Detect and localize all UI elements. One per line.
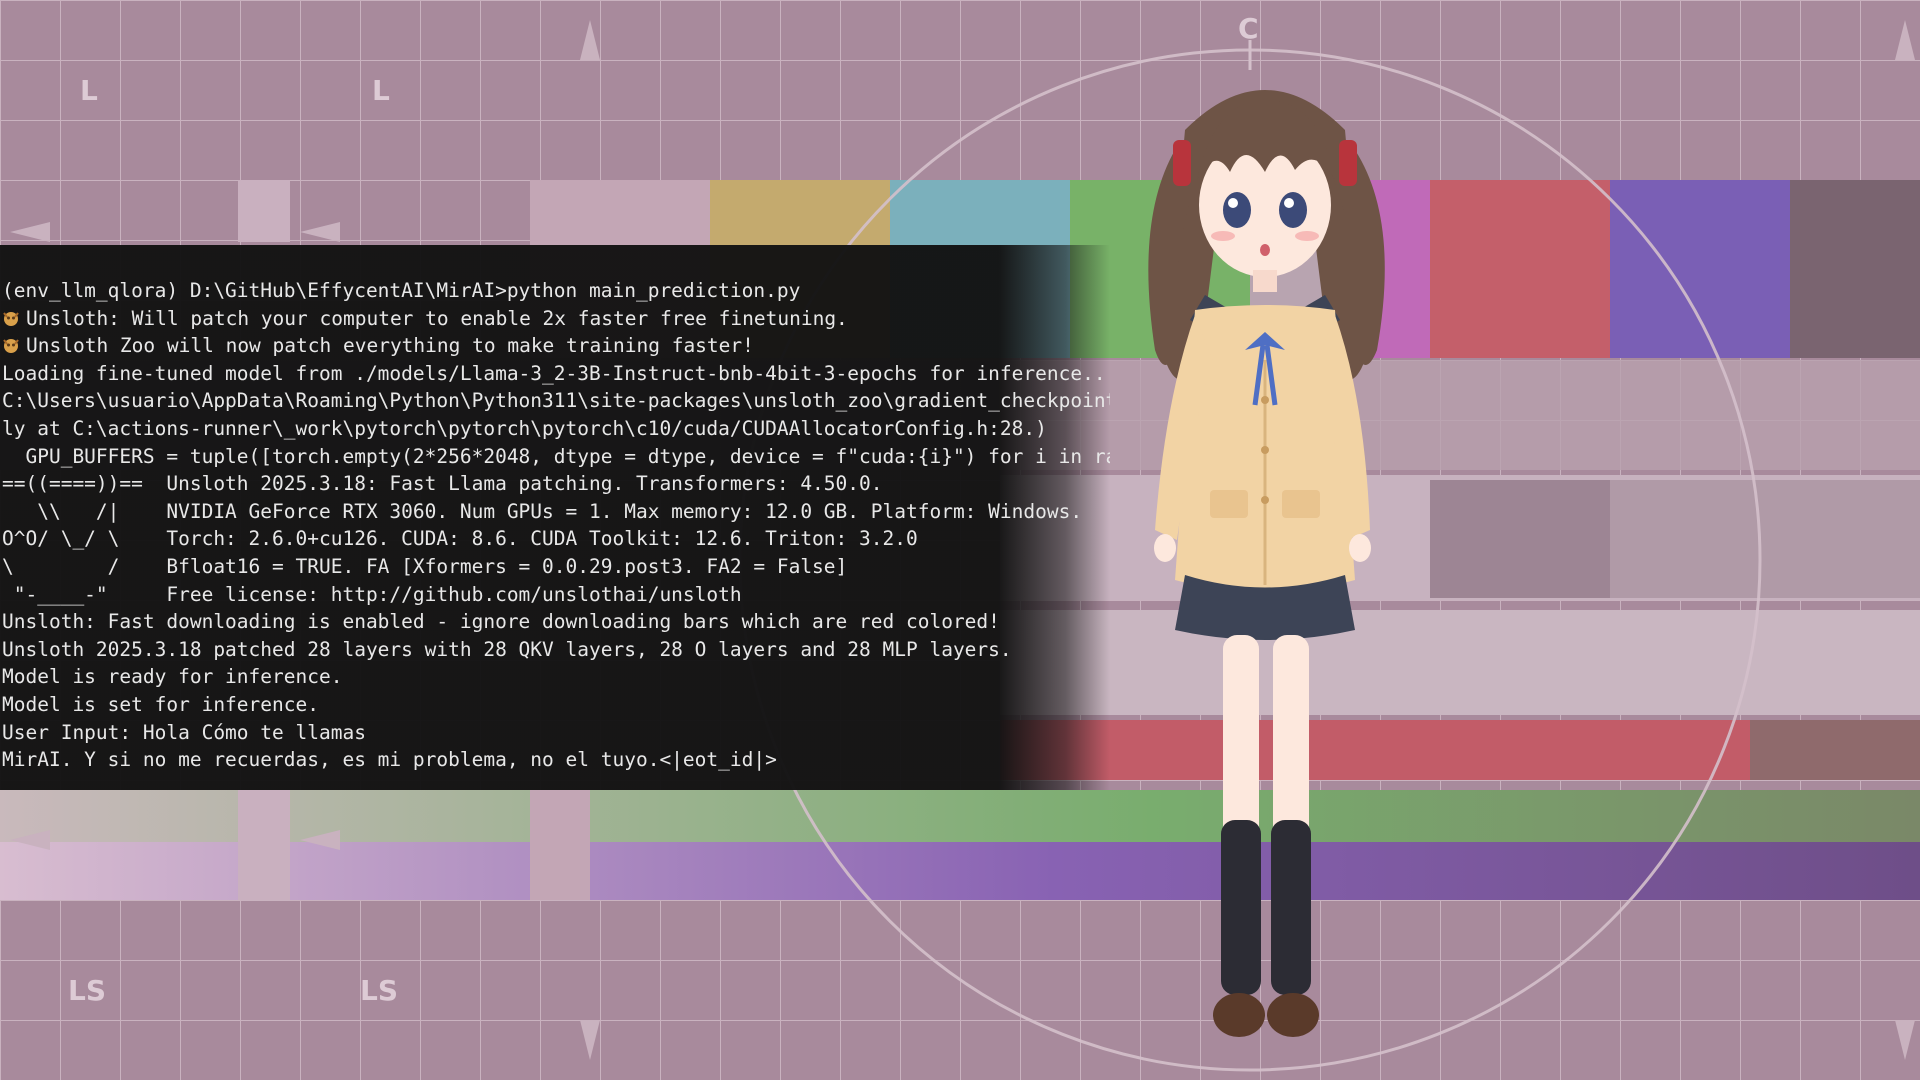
terminal-line: Unsloth 2025.3.18 patched 28 layers with…	[2, 637, 1012, 661]
terminal-line: Unsloth: Fast downloading is enabled - i…	[2, 610, 1000, 634]
terminal-line: Model is set for inference.	[2, 692, 319, 716]
label-left-top-2: L	[372, 74, 390, 107]
label-left-top-1: L	[80, 74, 98, 107]
terminal-line: Unsloth Zoo will now patch everything to…	[2, 332, 1110, 360]
terminal-line: O^O/ \_/ \ Torch: 2.6.0+cu126. CUDA: 8.6…	[2, 527, 918, 551]
terminal-line: ly at C:\actions-runner\_work\pytorch\py…	[2, 416, 1047, 440]
label-top-center: C	[1238, 12, 1259, 45]
terminal-line: ==((====))== Unsloth 2025.3.18: Fast Lla…	[2, 472, 883, 496]
terminal-line: "-____-" Free license: http://github.com…	[2, 582, 742, 606]
terminal-line: C:\Users\usuario\AppData\Roaming\Python\…	[2, 389, 1110, 413]
terminal-window[interactable]: (env_llm_qlora) D:\GitHub\EffycentAI\Mir…	[0, 245, 1110, 790]
terminal-line: Loading fine-tuned model from ./models/L…	[2, 361, 1110, 385]
terminal-line: GPU_BUFFERS = tuple([torch.empty(2*256*2…	[2, 444, 1110, 468]
sloth-icon	[3, 311, 19, 326]
terminal-line: \ / Bfloat16 = TRUE. FA [Xformers = 0.0.…	[2, 554, 848, 578]
terminal-line: \\ /| NVIDIA GeForce RTX 3060. Num GPUs …	[2, 499, 1083, 523]
terminal-output: (env_llm_qlora) D:\GitHub\EffycentAI\Mir…	[2, 277, 1110, 774]
sloth-icon	[3, 339, 19, 354]
label-left-bottom-2: LS	[360, 974, 399, 1007]
terminal-line: User Input: Hola Cómo te llamas	[2, 720, 366, 744]
terminal-line: Unsloth: Will patch your computer to ena…	[2, 305, 1110, 333]
label-left-bottom-1: LS	[68, 974, 107, 1007]
terminal-line: (env_llm_qlora) D:\GitHub\EffycentAI\Mir…	[2, 279, 801, 302]
terminal-line: MirAI. Y si no me recuerdas, es mi probl…	[2, 748, 777, 772]
anime-schoolgirl-avatar	[1115, 60, 1415, 1070]
terminal-line: Model is ready for inference.	[2, 665, 343, 689]
